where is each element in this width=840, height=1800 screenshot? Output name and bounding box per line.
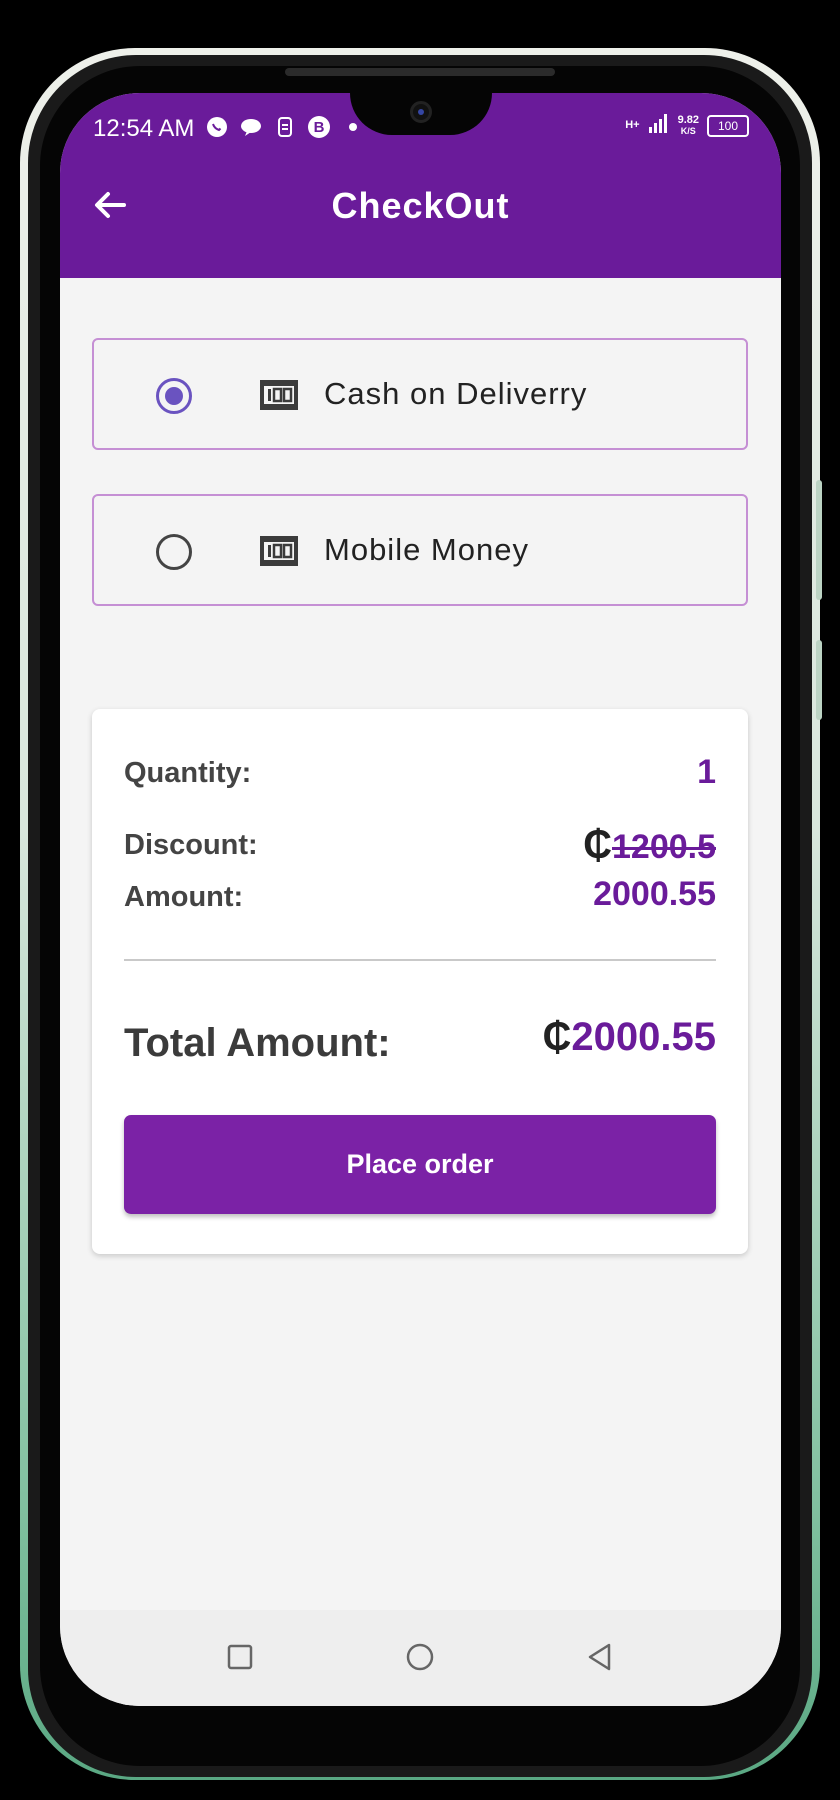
sim-icon	[273, 115, 297, 139]
discount-value: 1200.5	[612, 828, 716, 866]
power-button	[816, 640, 822, 720]
quantity-label: Quantity:	[124, 757, 252, 789]
volume-button	[816, 480, 822, 600]
payment-option-label: Cash on Deliverry	[324, 376, 588, 411]
data-speed: 9.82 K/S	[677, 113, 699, 137]
b-app-icon: B	[307, 115, 331, 139]
total-amount-value: 2000.55	[571, 1015, 716, 1059]
amount-label: Amount:	[124, 881, 244, 913]
order-summary-card: Quantity: 1 Discount: ₵1200.5 Amount: 20…	[92, 709, 748, 1254]
back-triangle-icon[interactable]	[585, 1642, 615, 1672]
battery-indicator: 100	[707, 114, 749, 137]
quantity-value: 1	[697, 753, 716, 791]
screen: 12:54 AM B H+ 9.82 K/S 100 CheckOut Cash…	[60, 93, 781, 1706]
money-icon	[260, 380, 298, 410]
payment-option-cash[interactable]: Cash on Deliverry	[92, 338, 748, 450]
radio-selected[interactable]	[156, 378, 192, 414]
data-speed-unit: K/S	[680, 125, 696, 136]
app-bar: 12:54 AM B H+ 9.82 K/S 100 CheckOut	[60, 93, 781, 278]
data-speed-value: 9.82	[677, 113, 699, 126]
divider	[124, 959, 716, 961]
earpiece-speaker	[285, 68, 555, 76]
total-amount-label: Total Amount:	[124, 1021, 391, 1065]
status-right: H+ 9.82 K/S 100	[625, 113, 749, 138]
total-amount-group: ₵2000.55	[543, 1015, 716, 1060]
home-circle-icon[interactable]	[405, 1642, 435, 1672]
currency-symbol: ₵	[542, 1015, 572, 1059]
place-order-button[interactable]: Place order	[124, 1115, 716, 1214]
whatsapp-icon	[205, 115, 229, 139]
amount-value: 2000.55	[593, 875, 716, 913]
svg-text:B: B	[314, 119, 325, 136]
status-time: 12:54 AM	[93, 115, 195, 142]
money-icon	[260, 536, 298, 566]
front-camera	[410, 101, 432, 123]
network-type: H+	[625, 119, 640, 131]
recents-square-icon[interactable]	[225, 1642, 255, 1672]
status-notification-icons: B	[205, 115, 365, 139]
payment-option-label: Mobile Money	[324, 532, 529, 567]
system-nav-bar	[60, 1610, 781, 1706]
chat-bubble-icon	[239, 115, 263, 139]
currency-symbol: ₵	[583, 823, 612, 867]
radio-unselected[interactable]	[156, 534, 192, 570]
signal-icon	[648, 113, 670, 138]
discount-value-group: ₵1200.5	[583, 823, 716, 868]
discount-label: Discount:	[124, 829, 258, 861]
payment-option-mobile-money[interactable]: Mobile Money	[92, 494, 748, 606]
page-title: CheckOut	[331, 185, 510, 226]
